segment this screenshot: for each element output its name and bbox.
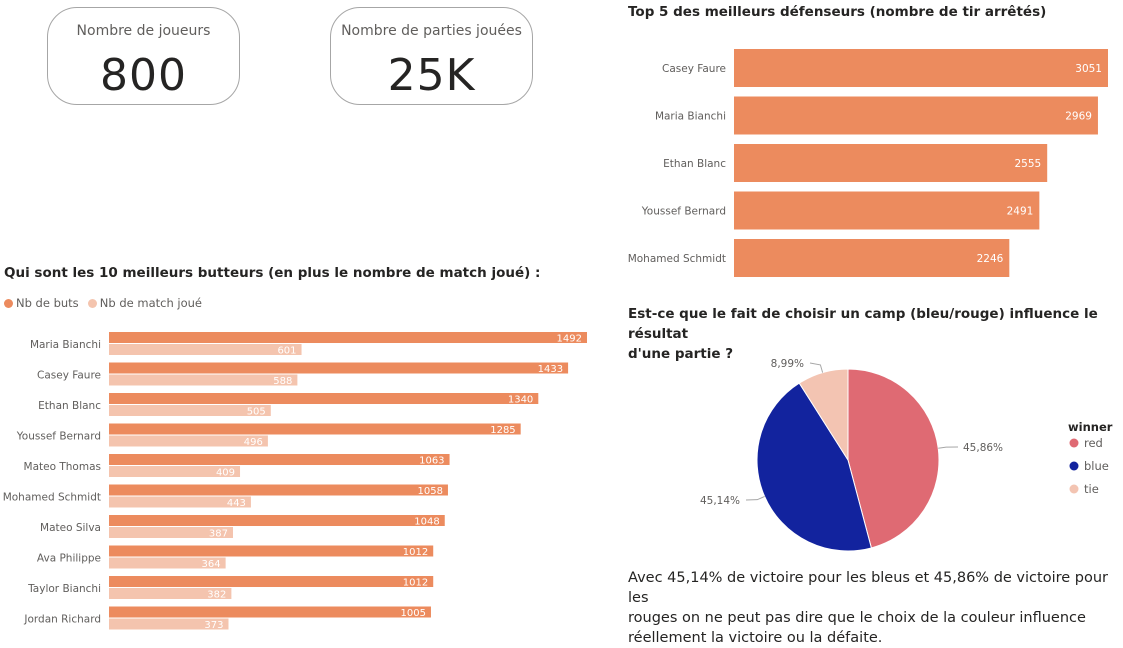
defender-bar xyxy=(734,49,1108,87)
goals-value-label: 1012 xyxy=(403,547,428,558)
legend-swatch xyxy=(87,299,97,308)
matches-value-label: 387 xyxy=(209,529,228,540)
defenders-bar-chart: Casey Faure 3051 Maria Bianchi 2969 Ethan Bl… xyxy=(628,49,1108,277)
goals-value-label: 1285 xyxy=(490,425,515,436)
goals-bar xyxy=(109,332,587,343)
matches-value-label: 505 xyxy=(247,407,266,418)
pie-legend-label: blue xyxy=(1084,459,1109,473)
defender-value-label: 2555 xyxy=(1014,158,1041,170)
pie-percent-label: 8,99% xyxy=(771,358,804,370)
pie-legend-swatch xyxy=(1069,438,1079,448)
goals-bar xyxy=(109,393,539,404)
defender-value-label: 2246 xyxy=(977,253,1004,265)
pie-legend-swatch xyxy=(1069,484,1079,494)
matches-value-label: 364 xyxy=(202,559,221,570)
goals-value-label: 1492 xyxy=(557,334,582,345)
defender-category-label: Mohamed Schmidt xyxy=(628,253,726,265)
defender-category-label: Youssef Bernard xyxy=(641,206,726,218)
scorer-category-label: Ava Philippe xyxy=(37,553,101,565)
kpi-card-players: Nombre de joueurs 800 xyxy=(47,7,240,105)
goals-bar xyxy=(109,545,434,557)
kpi-value: 800 xyxy=(100,50,187,101)
scorer-category-label: Casey Faure xyxy=(37,370,101,382)
goals-bar xyxy=(109,362,569,374)
legend-label: Nb de buts xyxy=(16,296,79,310)
pie-legend-label: red xyxy=(1084,436,1103,450)
defender-bar xyxy=(734,191,1040,230)
matches-bar xyxy=(109,374,298,386)
legend-item-matches[interactable]: Nb de match joué xyxy=(87,296,202,310)
scorer-category-label: Mohamed Schmidt xyxy=(3,492,101,504)
matches-value-label: 588 xyxy=(273,376,292,387)
scorer-category-label: Maria Bianchi xyxy=(30,339,101,351)
defender-category-label: Maria Bianchi xyxy=(655,111,726,123)
scorers-legend: Nb de buts Nb de match joué xyxy=(4,292,202,311)
conclusion-line: réellement la victoire ou la défaite. xyxy=(628,630,883,646)
goals-bar xyxy=(109,484,448,496)
defender-value-label: 2491 xyxy=(1007,206,1034,218)
scorers-bar-chart: Maria Bianchi 1492 601 Casey Faure 1433 588 Et… xyxy=(3,332,587,631)
defender-category-label: Ethan Blanc xyxy=(663,158,726,170)
conclusion-line: rouges on ne peut pas dire que le choix … xyxy=(628,610,1086,626)
matches-value-label: 409 xyxy=(216,468,235,479)
conclusion-line: Avec 45,14% de victoire pour les bleus e… xyxy=(628,570,1108,606)
pie-percent-label: 45,14% xyxy=(700,495,740,507)
kpi-label: Nombre de parties jouées xyxy=(341,23,522,39)
goals-value-label: 1058 xyxy=(418,486,443,497)
goals-bar xyxy=(109,515,445,526)
pie-chart: 45,86% 45,14% 8,99% winner red blue tie xyxy=(700,358,1113,552)
scorer-category-label: Youssef Bernard xyxy=(16,431,101,443)
goals-value-label: 1433 xyxy=(538,364,563,375)
legend-swatch xyxy=(4,299,13,308)
legend-item-goals[interactable]: Nb de buts xyxy=(4,296,79,310)
matches-value-label: 601 xyxy=(277,346,296,357)
goals-value-label: 1340 xyxy=(508,395,533,406)
kpi-value: 25K xyxy=(387,50,476,101)
goals-value-label: 1048 xyxy=(414,517,439,528)
defender-category-label: Casey Faure xyxy=(662,63,726,75)
goals-value-label: 1012 xyxy=(403,578,428,589)
pie-legend-title: winner xyxy=(1068,420,1113,434)
goals-value-label: 1063 xyxy=(419,456,444,467)
defender-bar xyxy=(734,239,1010,277)
pie-title-line: Est-ce que le fait de choisir un camp (b… xyxy=(628,306,1098,342)
pie-leader-line xyxy=(938,446,959,449)
kpi-label: Nombre de joueurs xyxy=(76,23,211,39)
pie-legend-label: tie xyxy=(1084,482,1099,496)
goals-bar xyxy=(109,576,434,587)
scorer-category-label: Mateo Silva xyxy=(40,522,101,534)
goals-bar xyxy=(109,423,521,435)
scorer-category-label: Ethan Blanc xyxy=(38,400,101,412)
defender-value-label: 3051 xyxy=(1075,63,1102,75)
scorers-chart-title: Qui sont les 10 meilleurs butteurs (en p… xyxy=(4,265,541,281)
scorer-category-label: Mateo Thomas xyxy=(24,461,101,473)
matches-value-label: 443 xyxy=(227,498,246,509)
conclusion-text: Avec 45,14% de victoire pour les bleus e… xyxy=(628,568,1118,648)
pie-leader-line xyxy=(809,362,824,373)
defender-bar xyxy=(734,96,1098,135)
defenders-chart-title: Top 5 des meilleurs défenseurs (nombre d… xyxy=(628,4,1047,20)
kpi-card-games: Nombre de parties jouées 25K xyxy=(330,7,533,105)
matches-value-label: 496 xyxy=(244,437,263,448)
pie-legend-swatch xyxy=(1069,461,1079,471)
defender-bar xyxy=(734,144,1048,182)
pie-leader-line xyxy=(745,496,765,501)
legend-label: Nb de match joué xyxy=(99,296,202,310)
matches-bar xyxy=(109,344,302,355)
defender-value-label: 2969 xyxy=(1065,111,1092,123)
scorer-category-label: Jordan Richard xyxy=(23,614,101,626)
matches-value-label: 373 xyxy=(204,620,223,631)
matches-value-label: 382 xyxy=(207,590,226,601)
scorer-category-label: Taylor Bianchi xyxy=(27,583,101,595)
goals-value-label: 1005 xyxy=(401,608,426,619)
goals-bar xyxy=(109,454,450,465)
goals-bar xyxy=(109,606,431,618)
pie-percent-label: 45,86% xyxy=(963,442,1003,454)
